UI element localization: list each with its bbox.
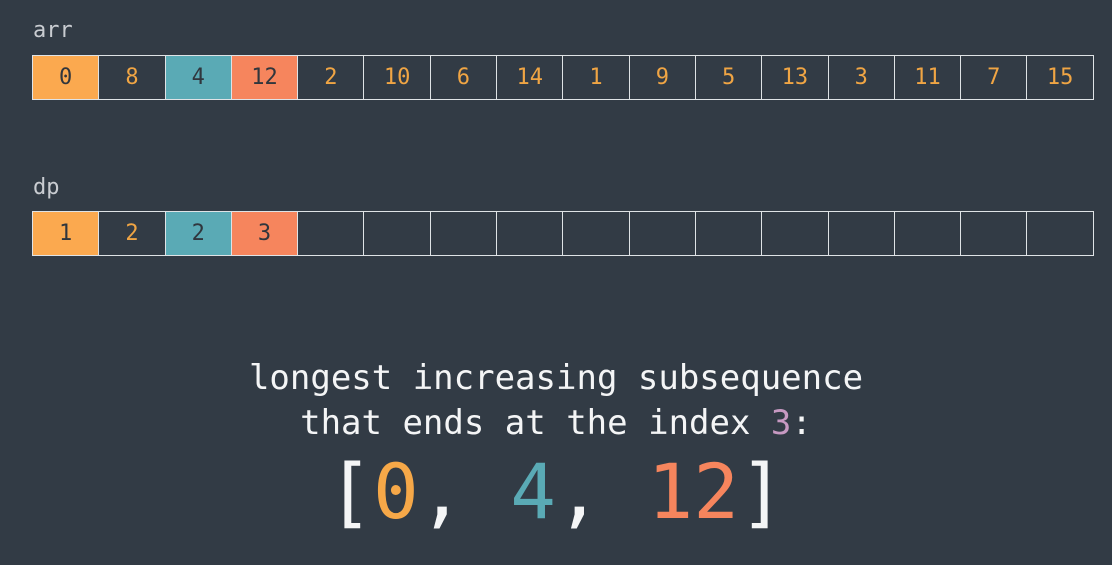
arr-cell-15: 15 xyxy=(1027,56,1094,100)
arr-cell-14: 7 xyxy=(961,56,1028,100)
dp-label: dp xyxy=(33,175,60,200)
arr-cell-0: 0 xyxy=(33,56,100,100)
caption-line-2-suffix: : xyxy=(791,403,812,443)
dp-cell-7 xyxy=(497,212,564,256)
arr-cell-12: 3 xyxy=(828,56,895,100)
arr-cell-7: 14 xyxy=(497,56,564,100)
arr-cell-13: 11 xyxy=(894,56,962,100)
arr-cell-10: 5 xyxy=(695,56,763,100)
dp-cell-3: 3 xyxy=(231,212,299,256)
result-value-1: 4 xyxy=(510,447,556,536)
dp-cell-8 xyxy=(563,212,630,256)
result-open-bracket: [ xyxy=(327,447,373,536)
arr-cell-4: 2 xyxy=(298,56,365,100)
dp-cell-14 xyxy=(961,212,1028,256)
dp-cell-11 xyxy=(762,212,829,256)
caption-line-2-prefix: that ends at the index xyxy=(300,403,771,443)
arr-label: arr xyxy=(33,18,73,43)
caption-line-1: longest increasing subsequence xyxy=(248,358,864,398)
result-list: [0, 4, 12] xyxy=(0,454,1112,530)
dp-cell-6 xyxy=(430,212,498,256)
arr-cell-11: 13 xyxy=(762,56,829,100)
arr-cell-9: 9 xyxy=(629,56,696,100)
dp-cell-5 xyxy=(364,212,431,256)
arr-cell-2: 4 xyxy=(165,56,232,100)
result-close-bracket: ] xyxy=(739,447,785,536)
caption-index: 3 xyxy=(770,403,792,443)
arr-cell-3: 12 xyxy=(231,56,299,100)
dp-cell-9 xyxy=(629,212,696,256)
result-separator-1: , xyxy=(418,447,511,536)
arr-cell-6: 6 xyxy=(430,56,498,100)
dp-cell-4 xyxy=(298,212,365,256)
dp-cell-1: 2 xyxy=(99,212,166,256)
dp-cell-10 xyxy=(695,212,763,256)
dp-cell-15 xyxy=(1027,212,1094,256)
dp-cell-12 xyxy=(828,212,895,256)
arr-cell-8: 1 xyxy=(563,56,630,100)
result-separator-2: , xyxy=(556,447,648,536)
result-value-2: 12 xyxy=(647,447,740,536)
result-value-0: 0 xyxy=(372,447,419,536)
dp-row: 1223 xyxy=(32,211,1094,256)
dp-cell-13 xyxy=(894,212,962,256)
dp-cell-2: 2 xyxy=(165,212,232,256)
arr-cell-1: 8 xyxy=(99,56,166,100)
arr-cell-5: 10 xyxy=(364,56,431,100)
caption-line-2: that ends at the index 3: xyxy=(0,406,1112,440)
arr-row: 0 8 4 12 2 10 6 14 1 9 5 13 3 11 7 15 xyxy=(32,55,1094,100)
dp-cell-0: 1 xyxy=(33,212,100,256)
